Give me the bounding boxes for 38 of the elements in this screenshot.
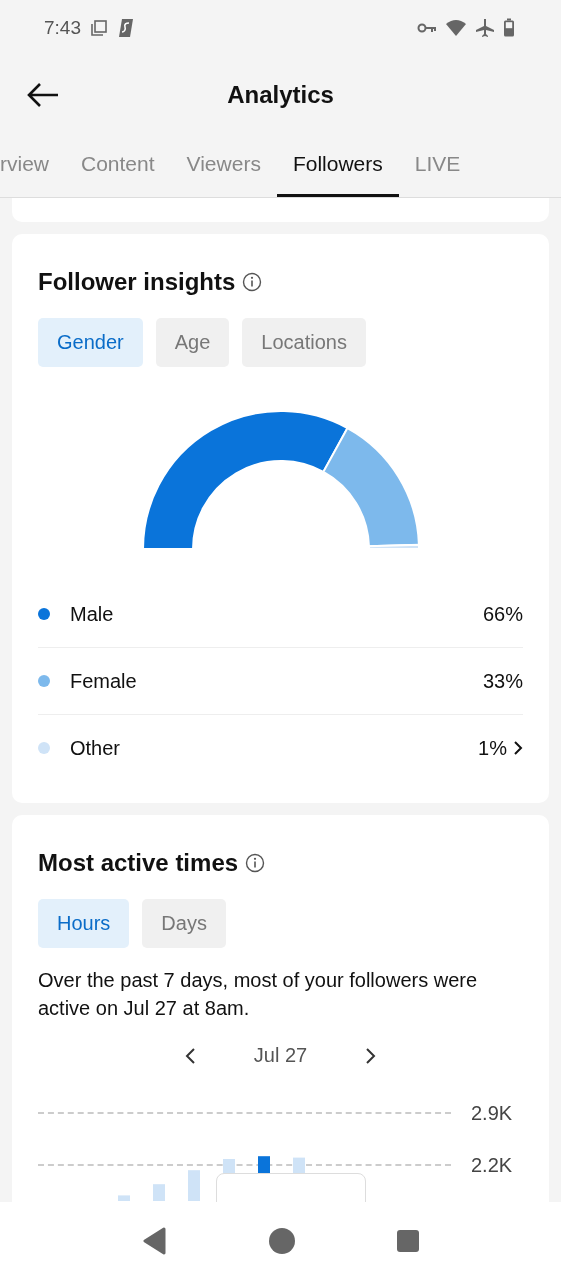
legend-value: 1% [478, 736, 507, 760]
status-time: 7:43 [44, 17, 81, 39]
airplane-icon [475, 18, 495, 38]
legend-value: 33% [482, 669, 523, 693]
tab[interactable]: rview [0, 134, 65, 197]
legend-label: Female [70, 669, 138, 693]
info-icon[interactable] [242, 272, 263, 292]
legend-label: Male [70, 602, 115, 626]
legend-value: 66% [482, 602, 523, 626]
chevron-right-icon[interactable] [513, 740, 523, 756]
page-title: Analytics [227, 81, 334, 109]
recents-nav-icon[interactable] [395, 1229, 420, 1253]
filter-chip[interactable]: Locations [242, 318, 366, 367]
back-icon[interactable] [26, 82, 60, 108]
tab[interactable]: LIVE [398, 134, 477, 197]
chevron-right-icon[interactable] [365, 1046, 378, 1065]
filter-chip[interactable]: Age [155, 318, 230, 367]
chevron-left-icon[interactable] [183, 1046, 196, 1065]
battery-icon [503, 18, 515, 38]
section-title: Most active times [38, 849, 239, 877]
date-label: Jul 27 [253, 1044, 308, 1067]
key-icon [417, 22, 437, 34]
legend-label: Other [70, 736, 122, 760]
app-logo-icon [117, 18, 135, 38]
summary-text: Over the past 7 days, most of your followers were active on Jul 27 at 8am. [38, 968, 479, 1021]
back-nav-icon[interactable] [141, 1227, 168, 1255]
section-title: Follower insights [38, 268, 236, 296]
filter-chip[interactable]: Gender [38, 318, 143, 367]
tab[interactable]: Viewers [170, 134, 277, 197]
filter-chip[interactable]: Days [142, 899, 226, 948]
axis-label: 2.9K [471, 1101, 514, 1125]
home-nav-icon[interactable] [267, 1227, 296, 1255]
screenshot-icon [89, 18, 109, 38]
filter-chip[interactable]: Hours [38, 899, 130, 948]
tab[interactable]: Content [65, 134, 171, 197]
info-icon[interactable] [245, 853, 266, 873]
axis-label: 2.2K [471, 1153, 514, 1177]
wifi-icon [445, 19, 467, 37]
